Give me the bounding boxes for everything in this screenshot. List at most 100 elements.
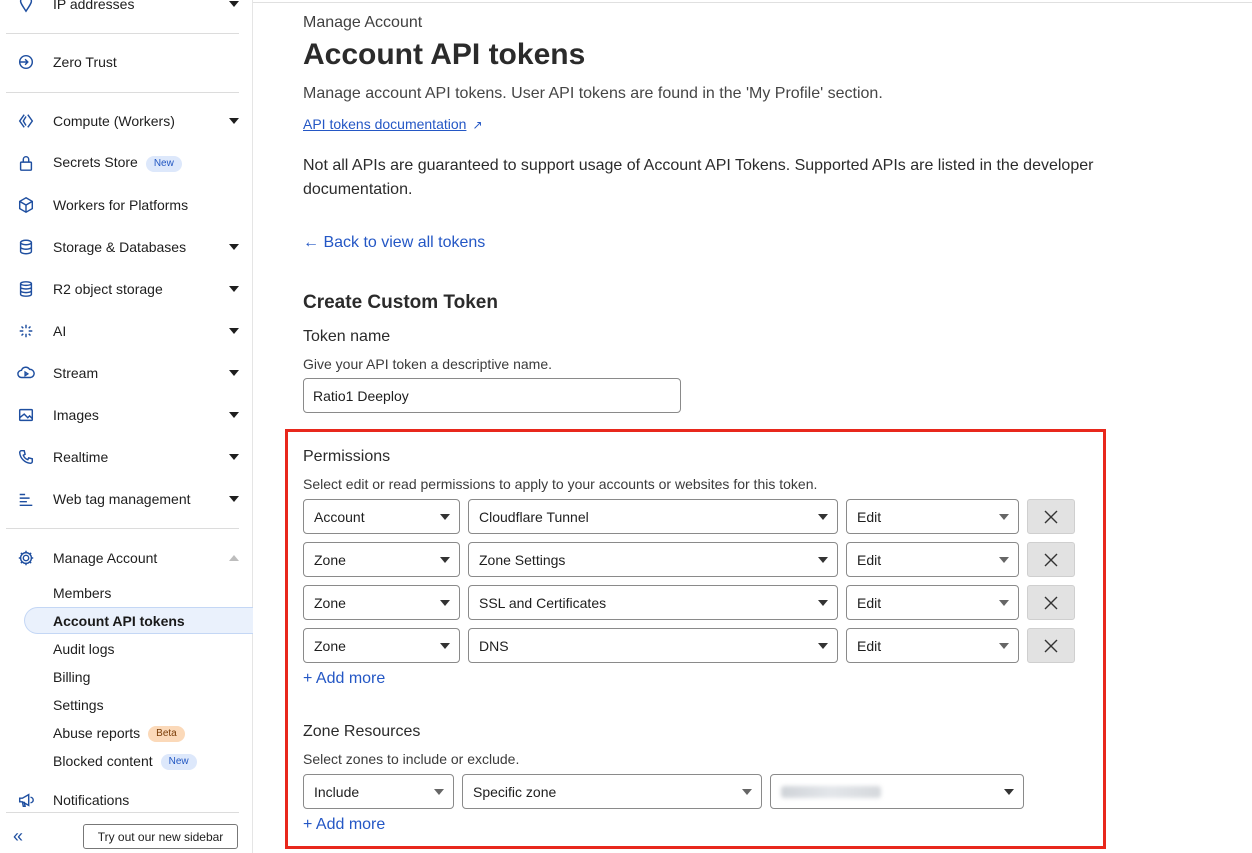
back-to-tokens-link[interactable]: ← Back to view all tokens bbox=[303, 234, 485, 252]
select-value: Specific zone bbox=[473, 783, 557, 800]
sidebar-item-zero-trust[interactable]: Zero Trust bbox=[0, 45, 252, 79]
token-name-help: Give your API token a descriptive name. bbox=[303, 356, 553, 372]
sidebar-subitem-abuse-reports[interactable]: Abuse reports Beta bbox=[53, 725, 185, 743]
permission-resource-select[interactable]: SSL and Certificates bbox=[468, 585, 838, 620]
chevron-down-icon bbox=[229, 496, 239, 502]
permission-resource-select[interactable]: DNS bbox=[468, 628, 838, 663]
zero-trust-icon bbox=[16, 52, 36, 72]
close-icon bbox=[1044, 553, 1058, 566]
sidebar-item-ip-addresses[interactable]: IP addresses bbox=[0, 0, 252, 21]
caret-down-icon bbox=[818, 600, 828, 606]
caret-down-icon bbox=[999, 600, 1009, 606]
external-link-icon: ↗ bbox=[472, 118, 483, 132]
sidebar-item-storage-databases[interactable]: Storage & Databases bbox=[0, 230, 252, 264]
sidebar-subitem-members[interactable]: Members bbox=[53, 585, 111, 601]
chevron-down-icon bbox=[229, 118, 239, 124]
sidebar-item-secrets-store[interactable]: Secrets Store New bbox=[0, 146, 252, 180]
image-icon bbox=[16, 405, 36, 425]
select-value: Account bbox=[314, 508, 365, 525]
caret-down-icon bbox=[999, 514, 1009, 520]
sidebar-subitem-label: Blocked content bbox=[53, 753, 153, 769]
sidebar-subitem-billing[interactable]: Billing bbox=[53, 669, 90, 685]
caret-down-icon bbox=[999, 557, 1009, 563]
phone-icon bbox=[16, 447, 36, 467]
sidebar-item-stream[interactable]: Stream bbox=[0, 356, 252, 390]
cloud-play-icon bbox=[16, 363, 36, 383]
sidebar-item-compute-workers[interactable]: Compute (Workers) bbox=[0, 104, 252, 138]
select-value: Include bbox=[314, 783, 360, 800]
caret-down-icon bbox=[818, 643, 828, 649]
permission-scope-select[interactable]: Zone bbox=[303, 542, 460, 577]
select-value: SSL and Certificates bbox=[479, 594, 607, 611]
remove-permission-button[interactable] bbox=[1027, 628, 1075, 663]
permission-resource-select[interactable]: Cloudflare Tunnel bbox=[468, 499, 838, 534]
chevron-down-icon bbox=[229, 370, 239, 376]
api-tokens-documentation-link[interactable]: API tokens documentation ↗ bbox=[303, 116, 483, 132]
permission-access-select[interactable]: Edit bbox=[846, 628, 1019, 663]
permission-resource-select[interactable]: Zone Settings bbox=[468, 542, 838, 577]
sidebar-subitem-audit-logs[interactable]: Audit logs bbox=[53, 641, 114, 657]
section-title: Create Custom Token bbox=[303, 292, 498, 313]
remove-permission-button[interactable] bbox=[1027, 585, 1075, 620]
sidebar-item-images[interactable]: Images bbox=[0, 398, 252, 432]
add-permission-button[interactable]: + Add more bbox=[303, 670, 385, 688]
permission-access-select[interactable]: Edit bbox=[846, 542, 1019, 577]
api-support-note: Not all APIs are guaranteed to support u… bbox=[303, 157, 1094, 198]
select-value: DNS bbox=[479, 637, 509, 654]
new-badge: New bbox=[160, 754, 197, 771]
double-chevron-left-icon[interactable]: « bbox=[13, 826, 23, 847]
page-subtitle: Manage account API tokens. User API toke… bbox=[303, 85, 883, 102]
sidebar-subitem-account-api-tokens[interactable]: Account API tokens bbox=[53, 613, 185, 629]
caret-down-icon bbox=[742, 789, 752, 795]
token-name-input[interactable] bbox=[303, 378, 681, 413]
sidebar-divider bbox=[6, 33, 239, 34]
cube-icon bbox=[16, 195, 36, 215]
permission-scope-select[interactable]: Zone bbox=[303, 585, 460, 620]
sidebar-subitem-settings[interactable]: Settings bbox=[53, 697, 104, 713]
chevron-down-icon bbox=[229, 412, 239, 418]
chevron-down-icon bbox=[229, 328, 239, 334]
sidebar-item-r2-object-storage[interactable]: R2 object storage bbox=[0, 272, 252, 306]
zone-resources-help: Select zones to include or exclude. bbox=[303, 751, 520, 767]
sidebar-item-workers-for-platforms[interactable]: Workers for Platforms bbox=[0, 188, 252, 222]
token-name-label: Token name bbox=[303, 328, 391, 345]
zone-type-select[interactable]: Specific zone bbox=[462, 774, 762, 809]
chevron-up-icon bbox=[229, 555, 239, 561]
permission-access-select[interactable]: Edit bbox=[846, 499, 1019, 534]
caret-down-icon bbox=[440, 643, 450, 649]
breadcrumb[interactable]: Manage Account bbox=[303, 14, 422, 32]
database-icon bbox=[16, 237, 36, 257]
sidebar: IP addresses Zero Trust Compute (Workers… bbox=[0, 0, 253, 853]
caret-down-icon bbox=[818, 514, 828, 520]
tag-list-icon bbox=[16, 489, 36, 509]
sidebar-item-label: Secrets Store bbox=[53, 154, 138, 171]
new-badge: New bbox=[145, 155, 182, 172]
sidebar-subitem-blocked-content[interactable]: Blocked content New bbox=[53, 753, 197, 771]
gear-icon bbox=[16, 548, 36, 568]
permissions-label: Permissions bbox=[303, 448, 391, 465]
sidebar-item-web-tag-management[interactable]: Web tag management bbox=[0, 482, 252, 516]
caret-down-icon bbox=[999, 643, 1009, 649]
zone-specific-select[interactable] bbox=[770, 774, 1024, 809]
remove-permission-button[interactable] bbox=[1027, 499, 1075, 534]
remove-permission-button[interactable] bbox=[1027, 542, 1075, 577]
permission-scope-select[interactable]: Account bbox=[303, 499, 460, 534]
permission-access-select[interactable]: Edit bbox=[846, 585, 1019, 620]
redacted-zone-value bbox=[781, 785, 881, 798]
zone-include-select[interactable]: Include bbox=[303, 774, 454, 809]
select-value: Edit bbox=[857, 594, 882, 611]
sidebar-item-realtime[interactable]: Realtime bbox=[0, 440, 252, 474]
close-icon bbox=[1044, 510, 1058, 523]
page-title: Account API tokens bbox=[303, 38, 586, 71]
permission-scope-select[interactable]: Zone bbox=[303, 628, 460, 663]
sidebar-item-manage-account[interactable]: Manage Account bbox=[0, 541, 252, 575]
megaphone-icon bbox=[16, 790, 36, 810]
add-zone-resource-button[interactable]: + Add more bbox=[303, 816, 385, 834]
try-new-sidebar-button[interactable]: Try out our new sidebar bbox=[83, 824, 238, 849]
select-value: Zone Settings bbox=[479, 551, 566, 568]
sidebar-item-ai[interactable]: AI bbox=[0, 314, 252, 348]
chevron-down-icon bbox=[229, 1, 239, 7]
select-value: Zone bbox=[314, 551, 346, 568]
sidebar-divider bbox=[6, 528, 239, 529]
chevron-down-icon bbox=[229, 286, 239, 292]
